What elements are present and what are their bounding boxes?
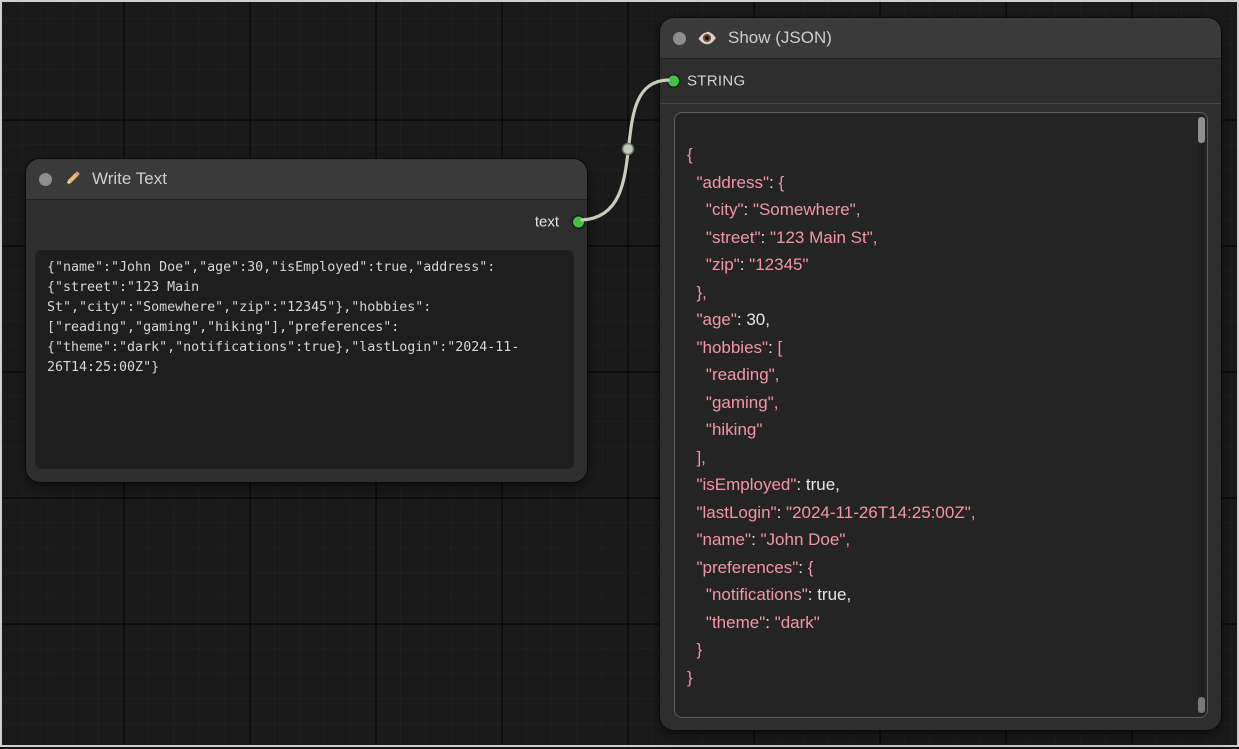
eye-icon — [696, 27, 718, 49]
text-output-port[interactable] — [573, 217, 584, 228]
collapse-dot[interactable] — [39, 173, 52, 186]
node-canvas[interactable]: Write Text text {"name":"John Doe","age"… — [0, 0, 1239, 747]
string-input-slot: STRING — [660, 59, 1221, 104]
link-midpoint-dot[interactable] — [623, 144, 634, 155]
pencil-icon — [62, 169, 82, 189]
text-output-label: text — [535, 214, 559, 231]
string-input-port[interactable] — [668, 76, 679, 87]
json-display-content: { "address": { "city": "Somewhere", "str… — [675, 113, 1207, 691]
show-json-header[interactable]: Show (JSON) — [660, 18, 1221, 59]
text-output-slot: text — [26, 200, 587, 244]
node-show-json[interactable]: Show (JSON) STRING { "address": { "city"… — [660, 18, 1221, 730]
scrollbar-thumb-bottom[interactable] — [1198, 697, 1205, 713]
scrollbar-thumb[interactable] — [1198, 117, 1205, 143]
write-text-textarea[interactable]: {"name":"John Doe","age":30,"isEmployed"… — [35, 250, 574, 469]
string-input-label: STRING — [687, 73, 745, 90]
node-write-text[interactable]: Write Text text {"name":"John Doe","age"… — [26, 159, 587, 482]
write-text-title: Write Text — [92, 169, 167, 189]
write-text-header[interactable]: Write Text — [26, 159, 587, 200]
json-scrollbar[interactable] — [1198, 115, 1205, 715]
show-json-title: Show (JSON) — [728, 28, 832, 48]
json-display[interactable]: { "address": { "city": "Somewhere", "str… — [674, 112, 1208, 718]
collapse-dot[interactable] — [673, 32, 686, 45]
link-wire[interactable] — [582, 80, 668, 220]
